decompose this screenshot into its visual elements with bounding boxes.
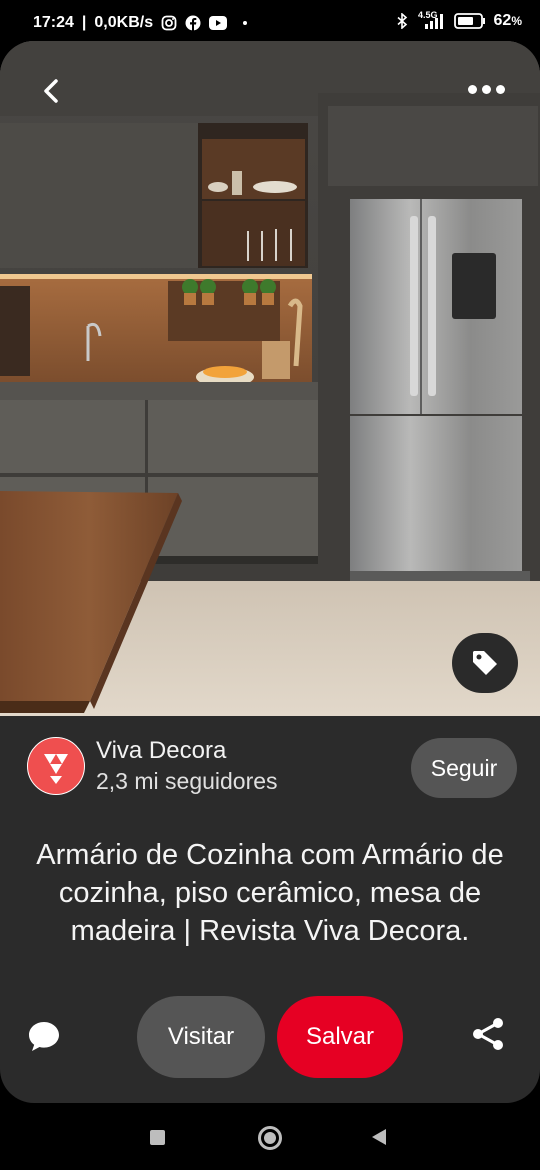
kitchen-illustration	[0, 41, 540, 716]
status-separator: |	[81, 14, 87, 31]
action-bar: Visitar Salvar	[0, 996, 540, 1078]
avatar[interactable]	[27, 737, 85, 795]
follower-count: 2,3 mi seguidores	[96, 768, 278, 794]
facebook-icon	[185, 15, 201, 31]
bluetooth-icon	[397, 13, 408, 29]
description-peek	[40, 977, 500, 989]
pin-title: Armário de Cozinha com Armário de cozinh…	[36, 839, 504, 947]
network-label: 4.5G	[418, 10, 438, 20]
comment-icon[interactable]	[26, 1018, 62, 1054]
pin-card: Viva Decora 2,3 mi seguidores Seguir Arm…	[0, 41, 540, 1103]
tag-button[interactable]	[452, 633, 518, 693]
profile-name[interactable]: Viva Decora	[96, 737, 226, 765]
back-icon[interactable]	[372, 1129, 386, 1145]
status-time: 17:24	[33, 14, 74, 31]
viva-decora-logo	[44, 754, 68, 784]
visit-button[interactable]: Visitar	[137, 996, 265, 1078]
kitchen-photo[interactable]	[0, 41, 540, 716]
status-speed: 0,0KB/s	[94, 14, 154, 31]
chevron-left-icon[interactable]	[36, 75, 68, 107]
system-nav-bar	[0, 1105, 540, 1170]
status-right: 4.5G 62%	[394, 10, 522, 30]
more-dots-icon[interactable]	[466, 79, 506, 99]
save-button[interactable]: Salvar	[277, 996, 403, 1078]
follow-button[interactable]: Seguir	[411, 738, 517, 798]
status-left: 17:24 | 0,0KB/s	[33, 14, 248, 32]
home-icon[interactable]	[258, 1126, 282, 1150]
instagram-icon	[161, 15, 177, 31]
battery-percent: 62%	[493, 12, 522, 29]
profile-row: Viva Decora 2,3 mi seguidores Seguir	[27, 737, 517, 807]
battery-icon	[453, 13, 485, 29]
youtube-icon	[209, 16, 228, 30]
recents-icon[interactable]	[150, 1130, 165, 1145]
share-icon[interactable]	[470, 1016, 506, 1052]
tag-icon	[473, 651, 497, 675]
dot-icon	[243, 21, 248, 25]
